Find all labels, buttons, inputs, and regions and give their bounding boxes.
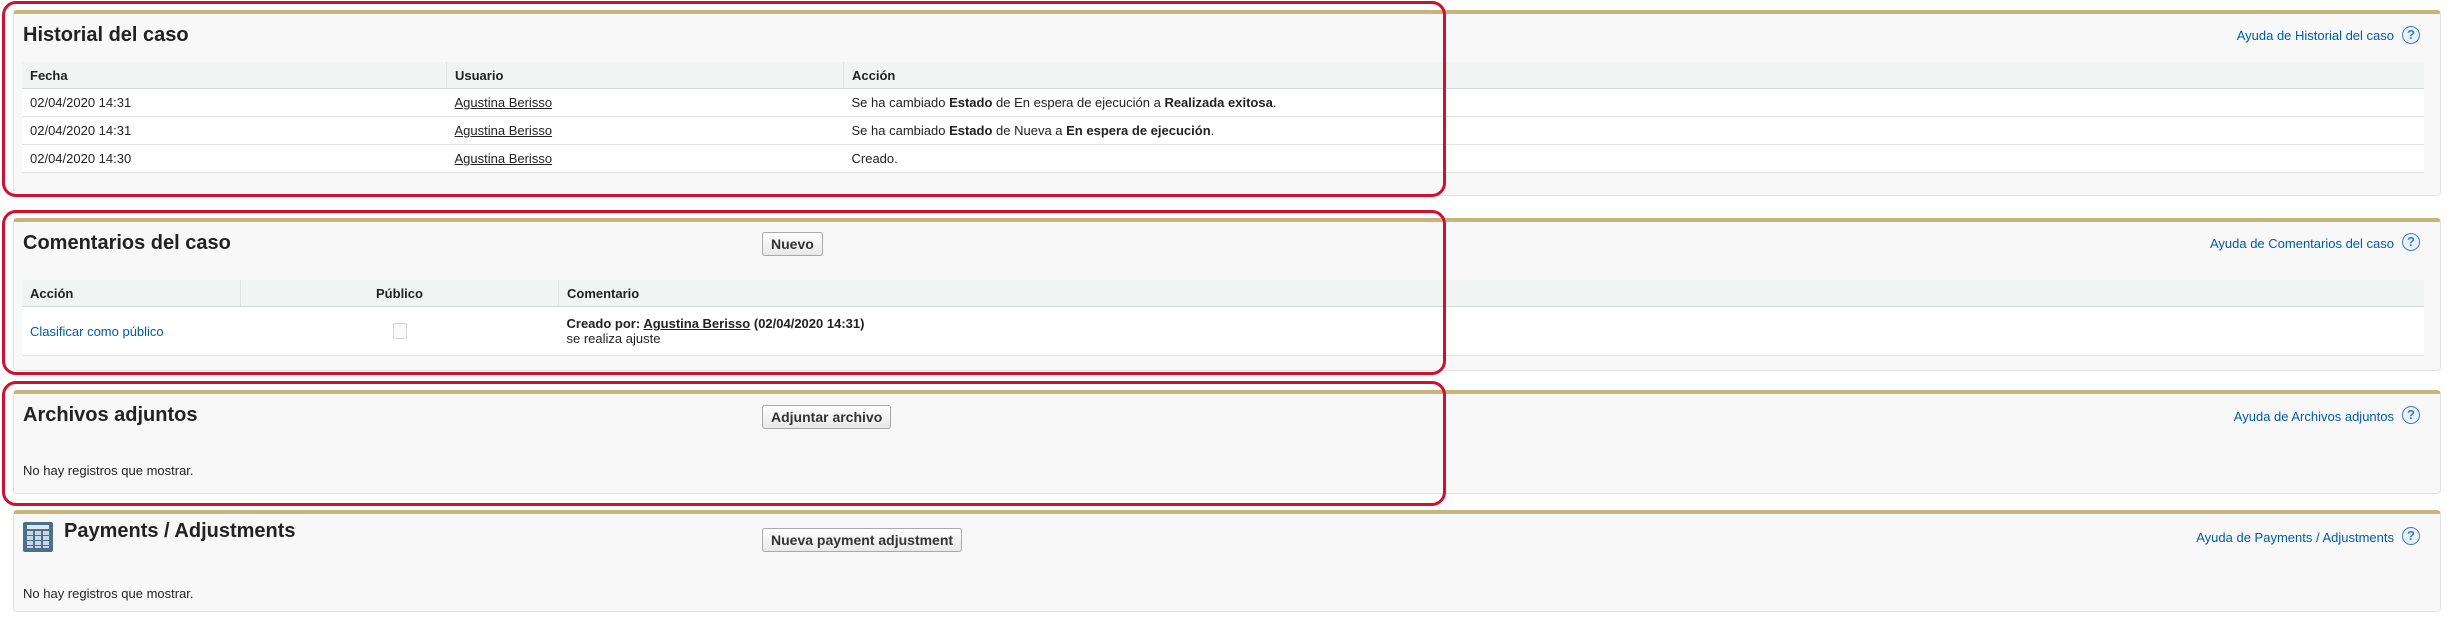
make-public-link[interactable]: Clasificar como público: [30, 324, 164, 339]
history-user-link[interactable]: Agustina Berisso: [455, 151, 553, 166]
case-comments-section: Comentarios del caso Nuevo Ayuda de Come…: [13, 218, 2441, 371]
attachments-header: Archivos adjuntos Adjuntar archivo Ayuda…: [14, 394, 2440, 434]
case-related-lists: Historial del caso Ayuda de Historial de…: [0, 0, 2455, 627]
history-user-link[interactable]: Agustina Berisso: [455, 95, 553, 110]
history-date: 02/04/2020 14:30: [22, 144, 447, 173]
new-comment-button[interactable]: Nuevo: [762, 232, 823, 256]
history-field: Estado: [949, 95, 993, 110]
history-field: Estado: [949, 123, 993, 138]
comment-timestamp: (02/04/2020 14:31): [753, 316, 865, 331]
table-header-row: Fecha Usuario Acción: [22, 62, 2424, 89]
payments-header: Payments / Adjustments Nueva payment adj…: [14, 514, 2440, 554]
history-new-value: Realizada exitosa: [1164, 95, 1273, 110]
history-action-text: Creado.: [851, 151, 898, 166]
comment-text: se realiza ajuste: [566, 331, 661, 346]
case-comments-title: Comentarios del caso: [23, 232, 231, 254]
table-icon-grid: [27, 531, 49, 548]
comment-cell: Creado por: Agustina Berisso (02/04/2020…: [558, 306, 2424, 356]
column-header-action: Acción: [22, 280, 241, 307]
history-user-cell: Agustina Berisso: [446, 144, 844, 173]
payments-section: Payments / Adjustments Nueva payment adj…: [13, 510, 2441, 612]
history-user-cell: Agustina Berisso: [446, 116, 844, 145]
table-icon: [23, 522, 53, 552]
case-comments-table: Acción Público Comentario Clasificar com…: [22, 280, 2424, 356]
help-icon[interactable]: ?: [2402, 406, 2420, 424]
case-history-section: Historial del caso Ayuda de Historial de…: [13, 10, 2441, 196]
new-payment-adjustment-button[interactable]: Nueva payment adjustment: [762, 528, 963, 552]
history-user-cell: Agustina Berisso: [446, 88, 844, 117]
history-action-text: Se ha cambiado: [851, 123, 950, 138]
comment-action-cell: Clasificar como público: [22, 306, 241, 356]
history-action-text: de En espera de ejecución a: [992, 95, 1165, 110]
column-header-comment: Comentario: [558, 280, 2424, 307]
history-new-value: En espera de ejecución: [1066, 123, 1211, 138]
table-row: 02/04/2020 14:31 Agustina Berisso Se ha …: [22, 116, 2424, 145]
comment-author-link[interactable]: Agustina Berisso: [643, 316, 750, 331]
table-header-row: Acción Público Comentario: [22, 280, 2424, 307]
help-icon[interactable]: ?: [2402, 26, 2420, 44]
history-date: 02/04/2020 14:31: [22, 116, 447, 145]
history-action-text: de Nueva a: [992, 123, 1067, 138]
column-header-user: Usuario: [446, 62, 844, 89]
column-header-public: Público: [240, 280, 559, 307]
public-checkbox: [392, 323, 407, 340]
table-icon-topbar: [27, 525, 49, 529]
column-header-action: Acción: [843, 62, 2424, 89]
table-row: 02/04/2020 14:31 Agustina Berisso Se ha …: [22, 88, 2424, 117]
attachments-title: Archivos adjuntos: [23, 404, 198, 426]
case-comments-help-link[interactable]: Ayuda de Comentarios del caso: [2210, 236, 2394, 251]
history-date: 02/04/2020 14:31: [22, 88, 447, 117]
attach-file-button[interactable]: Adjuntar archivo: [762, 405, 892, 429]
table-row: Clasificar como público Creado por: Agus…: [22, 306, 2424, 356]
history-action-text: .: [1210, 123, 1215, 138]
comment-header: Creado por: Agustina Berisso (02/04/2020…: [567, 316, 2417, 331]
created-by-label: Creado por:: [566, 316, 641, 331]
help-icon[interactable]: ?: [2402, 233, 2420, 251]
history-action: Creado.: [843, 144, 2424, 173]
history-action: Se ha cambiado Estado de En espera de ej…: [843, 88, 2424, 117]
history-action: Se ha cambiado Estado de Nueva a En espe…: [843, 116, 2424, 145]
history-user-link[interactable]: Agustina Berisso: [455, 123, 553, 138]
payments-empty-message: No hay registros que mostrar.: [23, 586, 194, 601]
history-action-text: .: [1272, 95, 1277, 110]
case-comments-header: Comentarios del caso Nuevo Ayuda de Come…: [14, 222, 2440, 262]
attachments-empty-message: No hay registros que mostrar.: [23, 463, 194, 478]
payments-help-link[interactable]: Ayuda de Payments / Adjustments: [2196, 530, 2394, 545]
help-icon[interactable]: ?: [2402, 527, 2420, 545]
case-history-header: Historial del caso Ayuda de Historial de…: [14, 14, 2440, 54]
table-row: 02/04/2020 14:30 Agustina Berisso Creado…: [22, 144, 2424, 173]
comment-public-cell: [240, 306, 559, 356]
history-action-text: Se ha cambiado: [851, 95, 950, 110]
case-history-title: Historial del caso: [23, 24, 189, 46]
case-history-help-link[interactable]: Ayuda de Historial del caso: [2237, 28, 2394, 43]
payments-title: Payments / Adjustments: [64, 520, 296, 542]
attachments-help-link[interactable]: Ayuda de Archivos adjuntos: [2234, 409, 2394, 424]
case-history-table: Fecha Usuario Acción 02/04/2020 14:31 Ag…: [22, 62, 2424, 173]
column-header-date: Fecha: [22, 62, 447, 89]
attachments-section: Archivos adjuntos Adjuntar archivo Ayuda…: [13, 390, 2441, 494]
